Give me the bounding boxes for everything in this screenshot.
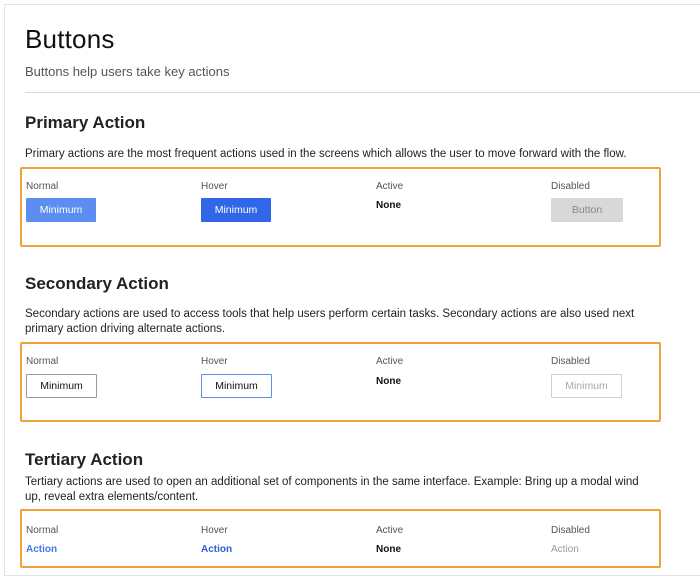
secondary-button-hover[interactable]: Minimum (201, 374, 272, 398)
state-label-hover: Hover (201, 181, 228, 192)
header-divider (25, 92, 700, 93)
state-label-hover: Hover (201, 525, 228, 536)
state-label-normal: Normal (26, 525, 59, 536)
state-label-hover: Hover (201, 356, 228, 367)
primary-button-disabled: Button (551, 198, 623, 222)
secondary-states-box: Normal Minimum Hover Minimum Active None… (20, 342, 661, 422)
primary-section-title: Primary Action (25, 113, 146, 132)
state-label-active: Active (376, 181, 404, 192)
primary-button-normal[interactable]: Minimum (26, 198, 96, 222)
state-label-active: Active (376, 525, 404, 536)
secondary-section-description: Secondary actions are used to access too… (25, 308, 635, 335)
tertiary-link-disabled: Action (551, 544, 579, 555)
page-subtitle: Buttons help users take key actions (25, 64, 230, 79)
tertiary-link-hover[interactable]: Action (201, 544, 232, 555)
tertiary-section-title: Tertiary Action (25, 450, 144, 469)
state-label-normal: Normal (26, 181, 59, 192)
state-label-disabled: Disabled (551, 181, 590, 192)
secondary-button-disabled: Minimum (551, 374, 622, 398)
state-label-active: Active (376, 356, 404, 367)
secondary-button-normal[interactable]: Minimum (26, 374, 97, 398)
page-title: Buttons (25, 24, 115, 54)
secondary-active-none: None (376, 376, 401, 387)
state-label-disabled: Disabled (551, 525, 590, 536)
tertiary-active-none: None (376, 544, 401, 555)
tertiary-section-description: Tertiary actions are used to open an add… (25, 476, 639, 503)
primary-states-box: Normal Minimum Hover Minimum Active None… (20, 167, 661, 247)
state-label-disabled: Disabled (551, 356, 590, 367)
primary-section-description: Primary actions are the most frequent ac… (25, 148, 627, 160)
state-label-normal: Normal (26, 356, 59, 367)
primary-button-hover[interactable]: Minimum (201, 198, 271, 222)
primary-active-none: None (376, 200, 401, 211)
tertiary-link-normal[interactable]: Action (26, 544, 57, 555)
secondary-section-title: Secondary Action (25, 274, 169, 293)
tertiary-states-box: Normal Action Hover Action Active None D… (20, 509, 661, 568)
